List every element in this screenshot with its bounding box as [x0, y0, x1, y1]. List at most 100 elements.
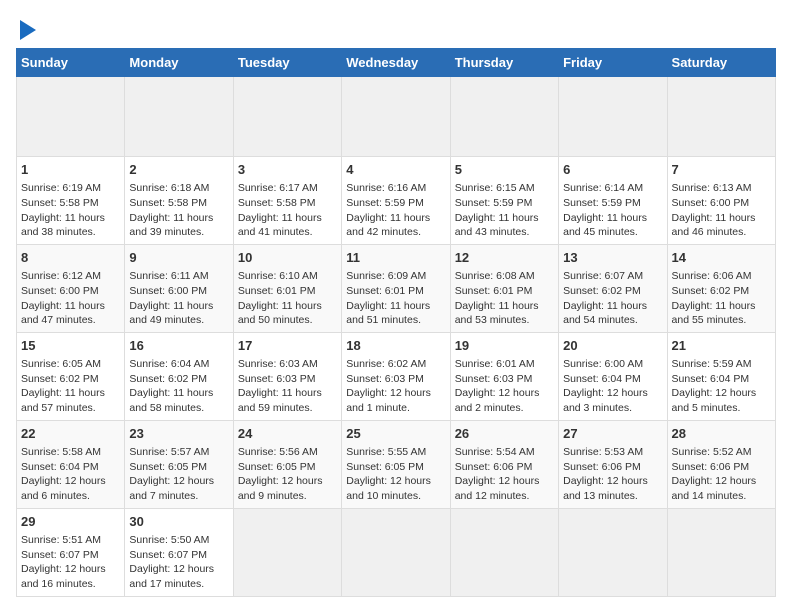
daylight-text: Daylight: 11 hours and 50 minutes. — [238, 300, 322, 327]
week-row-4: 22 Sunrise: 5:58 AM Sunset: 6:04 PM Dayligh… — [17, 420, 776, 508]
calendar-cell: 29Sunrise: 5:51 AMSunset: 6:07 PMDayligh… — [17, 508, 125, 596]
calendar-cell: 30Sunrise: 5:50 AMSunset: 6:07 PMDayligh… — [125, 508, 233, 596]
sunset-text: Sunset: 6:00 PM — [672, 197, 750, 209]
daylight-text: Daylight: 12 hours and 6 minutes. — [21, 475, 106, 502]
sunrise-text: Sunrise: 6:02 AM — [346, 358, 426, 370]
day-number: 9 — [129, 249, 228, 267]
calendar-cell: 14Sunrise: 6:06 AMSunset: 6:02 PMDayligh… — [667, 244, 775, 332]
daylight-text: Daylight: 11 hours and 49 minutes. — [129, 300, 213, 327]
calendar-cell: 27Sunrise: 5:53 AMSunset: 6:06 PMDayligh… — [559, 420, 667, 508]
daylight-text: Daylight: 11 hours and 46 minutes. — [672, 212, 756, 239]
calendar-cell: 7Sunrise: 6:13 AMSunset: 6:00 PMDaylight… — [667, 157, 775, 245]
sunset-text: Sunset: 6:05 PM — [129, 461, 207, 473]
calendar-cell: 26Sunrise: 5:54 AMSunset: 6:06 PMDayligh… — [450, 420, 558, 508]
sunset-text: Sunset: 5:58 PM — [21, 197, 99, 209]
day-number: 27 — [563, 425, 662, 443]
day-number: 22 — [21, 425, 120, 443]
day-number: 16 — [129, 337, 228, 355]
week-row-5: 29 Sunrise: 5:51 AM Sunset: 6:07 PM Dayligh… — [17, 508, 776, 596]
logo — [16, 16, 36, 40]
sunrise-text: Sunrise: 5:59 AM — [672, 358, 752, 370]
sunset-text: Sunset: 6:05 PM — [346, 461, 424, 473]
calendar-cell — [233, 77, 341, 157]
day-number: 4 — [346, 161, 445, 179]
sunrise-text: Sunrise: 6:04 AM — [129, 358, 209, 370]
calendar-cell: 9Sunrise: 6:11 AMSunset: 6:00 PMDaylight… — [125, 244, 233, 332]
header-thursday: Thursday — [450, 49, 558, 77]
week-row-3: 15Sunrise: 6:05 AMSunset: 6:02 PMDayligh… — [17, 332, 776, 420]
daylight-text: Daylight: 12 hours and 1 minute. — [346, 387, 431, 414]
calendar-cell: 15Sunrise: 6:05 AMSunset: 6:02 PMDayligh… — [17, 332, 125, 420]
logo-arrow-icon — [20, 20, 36, 40]
day-number: 7 — [672, 161, 771, 179]
sunset-text: Sunset: 6:02 PM — [563, 285, 641, 297]
calendar-cell — [667, 77, 775, 157]
daylight-text: Daylight: 12 hours and 2 minutes. — [455, 387, 540, 414]
day-number: 19 — [455, 337, 554, 355]
sunset-text: Sunset: 5:58 PM — [238, 197, 316, 209]
calendar-cell: 11 Sunrise: 6:09 AM Sunset: 6:01 PM Dayligh… — [342, 244, 450, 332]
daylight-text: Daylight: 11 hours and 51 minutes. — [346, 300, 430, 327]
week-row-2: 8Sunrise: 6:12 AMSunset: 6:00 PMDaylight… — [17, 244, 776, 332]
calendar-cell: 21Sunrise: 5:59 AMSunset: 6:04 PMDayligh… — [667, 332, 775, 420]
sunset-text: Sunset: 6:02 PM — [129, 373, 207, 385]
sunrise-text: Sunrise: 6:15 AM — [455, 182, 535, 194]
sunset-text: Sunset: 6:06 PM — [563, 461, 641, 473]
sunrise-text: Sunrise: 6:16 AM — [346, 182, 426, 194]
sunrise-text: Sunrise: 5:57 AM — [129, 446, 209, 458]
day-number: 28 — [672, 425, 771, 443]
daylight-text: Daylight: 11 hours and 54 minutes. — [563, 300, 647, 327]
calendar-cell — [450, 77, 558, 157]
sunset-text: Sunset: 6:03 PM — [346, 373, 424, 385]
calendar-cell — [450, 508, 558, 596]
calendar-cell — [342, 508, 450, 596]
daylight-text: Daylight: 12 hours and 13 minutes. — [563, 475, 648, 502]
sunrise-text: Sunrise: 5:58 AM — [21, 446, 101, 458]
day-number: 11 — [346, 249, 445, 267]
sunset-text: Sunset: 6:07 PM — [21, 549, 99, 561]
day-number: 8 — [21, 249, 120, 267]
daylight-text: Daylight: 12 hours and 10 minutes. — [346, 475, 431, 502]
sunset-text: Sunset: 5:59 PM — [563, 197, 641, 209]
calendar-cell: 20Sunrise: 6:00 AMSunset: 6:04 PMDayligh… — [559, 332, 667, 420]
week-row-1: 1Sunrise: 6:19 AMSunset: 5:58 PMDaylight… — [17, 157, 776, 245]
day-number: 23 — [129, 425, 228, 443]
sunrise-text: Sunrise: 5:51 AM — [21, 534, 101, 546]
daylight-text: Daylight: 11 hours and 59 minutes. — [238, 387, 322, 414]
sunrise-text: Sunrise: 6:07 AM — [563, 270, 643, 282]
header-monday: Monday — [125, 49, 233, 77]
daylight-text: Daylight: 11 hours and 39 minutes. — [129, 212, 213, 239]
week-row-0 — [17, 77, 776, 157]
sunset-text: Sunset: 6:01 PM — [346, 285, 424, 297]
calendar-cell: 10Sunrise: 6:10 AMSunset: 6:01 PMDayligh… — [233, 244, 341, 332]
calendar-cell: 8Sunrise: 6:12 AMSunset: 6:00 PMDaylight… — [17, 244, 125, 332]
sunset-text: Sunset: 6:04 PM — [21, 461, 99, 473]
sunrise-text: Sunrise: 6:09 AM — [346, 270, 426, 282]
header-row: SundayMondayTuesdayWednesdayThursdayFrid… — [17, 49, 776, 77]
day-number: 18 — [346, 337, 445, 355]
sunrise-text: Sunrise: 6:11 AM — [129, 270, 208, 282]
calendar-cell — [17, 77, 125, 157]
daylight-text: Daylight: 12 hours and 17 minutes. — [129, 563, 214, 590]
day-number: 21 — [672, 337, 771, 355]
sunset-text: Sunset: 6:06 PM — [672, 461, 750, 473]
sunrise-text: Sunrise: 6:14 AM — [563, 182, 643, 194]
calendar-cell: 24Sunrise: 5:56 AMSunset: 6:05 PMDayligh… — [233, 420, 341, 508]
calendar-cell: 5Sunrise: 6:15 AMSunset: 5:59 PMDaylight… — [450, 157, 558, 245]
sunset-text: Sunset: 5:58 PM — [129, 197, 207, 209]
day-number: 30 — [129, 513, 228, 531]
sunrise-text: Sunrise: 6:17 AM — [238, 182, 318, 194]
sunrise-text: Sunrise: 6:10 AM — [238, 270, 318, 282]
calendar-cell: 23Sunrise: 5:57 AMSunset: 6:05 PMDayligh… — [125, 420, 233, 508]
calendar-cell: 4Sunrise: 6:16 AMSunset: 5:59 PMDaylight… — [342, 157, 450, 245]
calendar-cell: 13Sunrise: 6:07 AMSunset: 6:02 PMDayligh… — [559, 244, 667, 332]
daylight-text: Daylight: 12 hours and 9 minutes. — [238, 475, 323, 502]
calendar-cell — [125, 77, 233, 157]
day-number: 24 — [238, 425, 337, 443]
day-number: 12 — [455, 249, 554, 267]
sunset-text: Sunset: 6:02 PM — [672, 285, 750, 297]
day-number: 2 — [129, 161, 228, 179]
daylight-text: Daylight: 11 hours and 53 minutes. — [455, 300, 539, 327]
calendar-cell: 3Sunrise: 6:17 AMSunset: 5:58 PMDaylight… — [233, 157, 341, 245]
day-number: 29 — [21, 513, 120, 531]
